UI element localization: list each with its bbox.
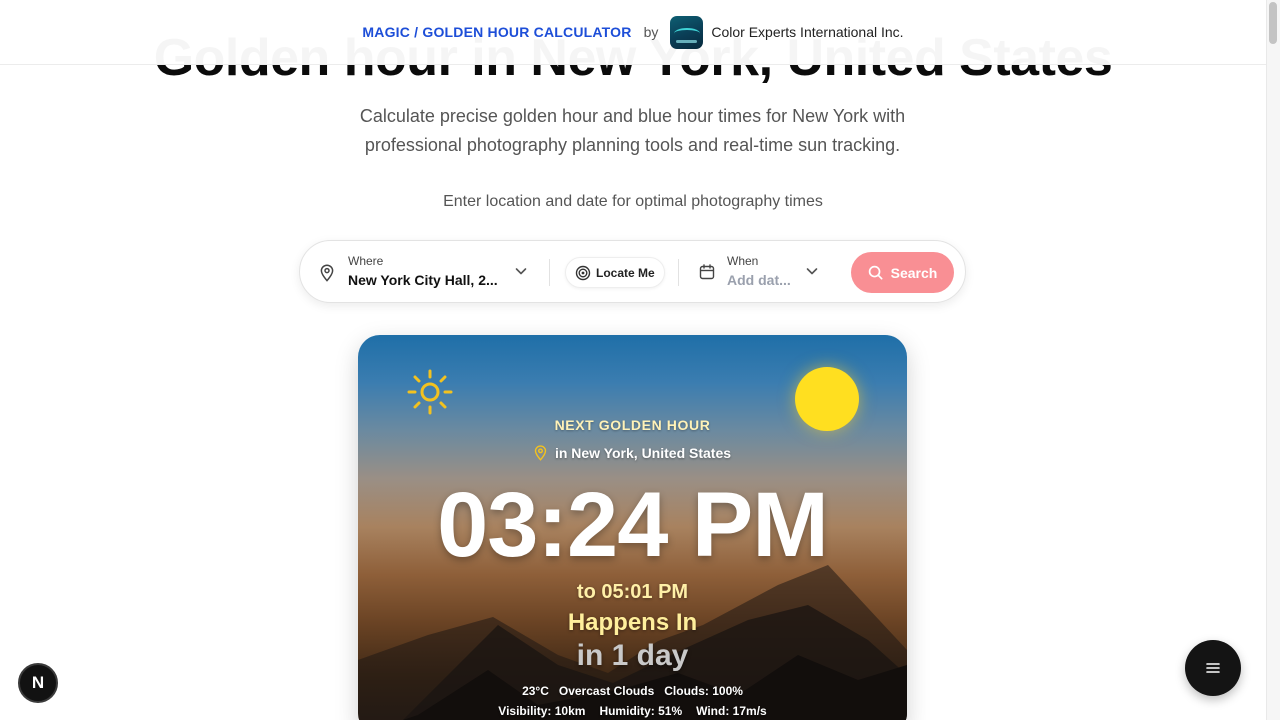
target-icon [575,265,591,280]
search-button-label: Search [890,264,938,281]
location-search-bar: Where New York City Hall, 2... Locate Me… [299,240,966,303]
countdown-value: in 1 day [576,639,689,672]
locate-me-label: Locate Me [596,265,655,280]
by-label: by [643,24,659,40]
divider [549,259,550,286]
map-pin-icon [534,445,547,461]
weather-visibility: Visibility: 10km [498,704,586,718]
weather-humidity: Humidity: 51% [599,704,683,718]
weather-clouds: Clouds: 100% [664,684,743,698]
chevron-down-icon[interactable] [515,266,527,276]
date-input[interactable]: Add dat... [727,272,791,288]
weather-row: 23°C Overcast Clouds Clouds: 100% [358,684,907,698]
dev-tools-badge[interactable]: N [18,663,58,703]
card-location: in New York, United States [358,445,907,461]
page-subtitle: Calculate precise golden hour and blue h… [359,106,906,155]
company-name[interactable]: Color Experts International Inc. [711,24,903,40]
top-header: MAGIC / GOLDEN HOUR CALCULATOR by Color … [0,0,1266,65]
where-input[interactable]: New York City Hall, 2... [348,272,498,288]
golden-hour-end-time: to 05:01 PM [576,581,689,603]
weather-wind: Wind: 17m/s [696,704,767,718]
menu-icon [1206,663,1220,673]
sun-icon [407,369,453,415]
when-label: When [727,254,759,268]
scrollbar-thumb[interactable] [1269,2,1277,44]
company-logo[interactable] [670,15,704,49]
calendar-icon [699,264,715,280]
search-icon [868,265,883,280]
search-hint: Enter location and date for optimal phot… [443,193,823,210]
chevron-down-icon[interactable] [806,266,818,276]
golden-hour-start-time: 03:24 PM [437,474,829,576]
menu-button[interactable] [1185,640,1241,696]
locate-me-button[interactable]: Locate Me [565,257,665,288]
weather-temperature: 23°C [522,684,549,698]
card-location-label: in New York, United States [554,445,732,461]
divider [678,259,679,286]
map-pin-icon [320,264,334,282]
search-button[interactable]: Search [851,252,954,293]
golden-hour-card: NEXT GOLDEN HOUR in New York, United Sta… [358,335,907,720]
happens-in-label: Happens In [567,609,698,636]
where-label: Where [348,254,384,268]
card-kicker: NEXT GOLDEN HOUR [554,417,711,433]
weather-row: Visibility: 10km Humidity: 51% Wind: 17m… [358,704,907,718]
app-title-link[interactable]: MAGIC / GOLDEN HOUR CALCULATOR [362,24,631,40]
weather-condition: Overcast Clouds [558,684,655,698]
page-scrollbar[interactable] [1266,0,1280,720]
